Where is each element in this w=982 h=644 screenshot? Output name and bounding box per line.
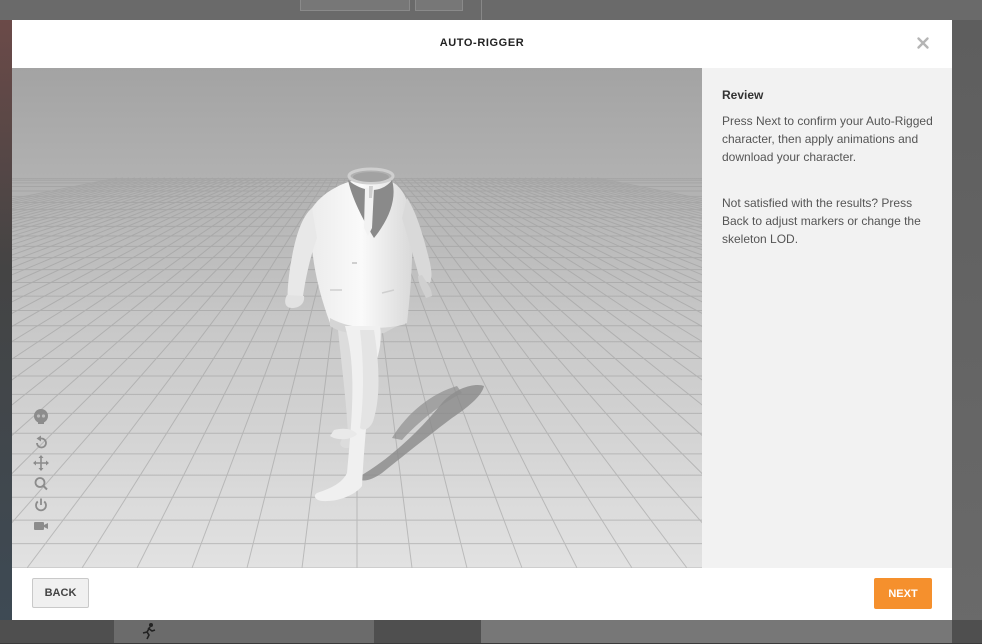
move-icon[interactable]: [32, 454, 52, 472]
running-icon: [140, 622, 158, 640]
modal-footer: BACK NEXT: [12, 568, 952, 620]
skull-icon[interactable]: [32, 408, 52, 426]
power-icon[interactable]: [32, 496, 52, 514]
background-divider: [481, 0, 482, 20]
review-help-text: Not satisfied with the results? Press Ba…: [722, 196, 921, 246]
review-heading: Review: [722, 88, 764, 102]
modal-header: AUTO-RIGGER: [12, 20, 952, 68]
modal-title: AUTO-RIGGER: [439, 37, 525, 49]
next-button[interactable]: NEXT: [874, 578, 932, 609]
viewport-scene: [12, 68, 702, 568]
background-button: [415, 0, 463, 11]
back-button[interactable]: BACK: [32, 578, 89, 608]
background-toolbar: [0, 0, 982, 20]
auto-rigger-modal: AUTO-RIGGER Review Press Next to confirm…: [12, 20, 952, 620]
3d-viewport[interactable]: [12, 68, 702, 568]
background-strip: [481, 620, 952, 643]
background-left-panel: [0, 20, 12, 643]
rotate-icon[interactable]: [32, 434, 52, 452]
close-icon[interactable]: [914, 34, 932, 52]
review-instructions: Press Next to confirm your Auto-Rigged c…: [722, 114, 933, 164]
review-panel: Review Press Next to confirm your Auto-R…: [702, 68, 952, 568]
background-button: [300, 0, 410, 11]
zoom-icon[interactable]: [32, 475, 52, 493]
camera-icon[interactable]: [32, 517, 52, 535]
background-right-panel: [952, 20, 982, 643]
